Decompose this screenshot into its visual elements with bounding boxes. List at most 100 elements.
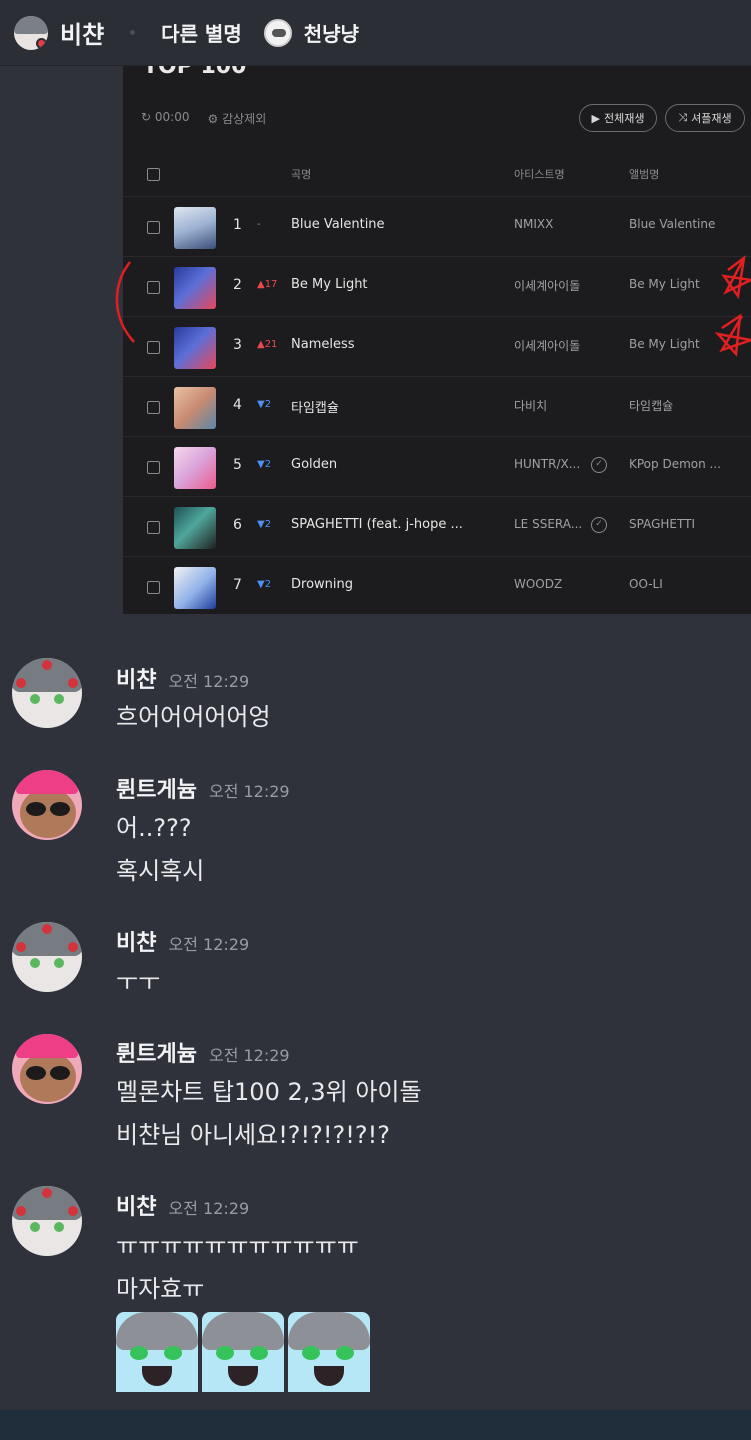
table-row[interactable]: 2 ▲17 Be My Light 이세계아이돌 Be My Light xyxy=(123,256,751,316)
rank: 6 xyxy=(233,517,242,533)
message-text: 어..??? xyxy=(116,814,192,842)
select-all-checkbox[interactable] xyxy=(147,168,160,181)
row-checkbox[interactable] xyxy=(147,341,160,354)
album-name[interactable]: KPop Demon ... xyxy=(629,457,721,471)
album-art xyxy=(174,207,216,249)
table-row[interactable]: 1 - Blue Valentine NMIXX Blue Valentine xyxy=(123,196,751,256)
message-text: 멜론차트 탑100 2,3위 아이돌 xyxy=(116,1078,422,1106)
table-row[interactable]: 4 ▼2 타임캡슐 다비치 타임캡슐 xyxy=(123,376,751,436)
message-author[interactable]: 비챤 오전 12:29 xyxy=(116,925,249,957)
song-title[interactable]: Nameless xyxy=(291,337,355,352)
emoji-sticker[interactable] xyxy=(288,1312,370,1392)
album-art xyxy=(174,567,216,609)
table-row[interactable]: 6 ▼2 SPAGHETTI (feat. j-hope ... LE SSER… xyxy=(123,496,751,556)
rank-change: ▼2 xyxy=(257,519,272,530)
album-name[interactable]: SPAGHETTI xyxy=(629,517,695,531)
shuffle-button[interactable]: ⤨ 셔플재생 xyxy=(665,104,745,132)
row-checkbox[interactable] xyxy=(147,581,160,594)
message-input-area[interactable] xyxy=(0,1410,751,1440)
melon-chart-screenshot[interactable]: TOP 100 ↻ 00:00 ⚙ 감상제외 ▶ 전체재생 ⤨ 셔플재생 곡명 아티… xyxy=(123,66,751,614)
chart-title: TOP 100 xyxy=(143,66,247,79)
album-art xyxy=(174,267,216,309)
verified-icon: ✓ xyxy=(591,457,607,473)
table-header: 곡명 아티스트명 앨범명 xyxy=(123,162,751,186)
row-checkbox[interactable] xyxy=(147,401,160,414)
user-avatar[interactable] xyxy=(14,15,48,50)
message-author[interactable]: 륀트게늄 오전 12:29 xyxy=(116,1036,290,1068)
album-art xyxy=(174,327,216,369)
artist-name[interactable]: 이세계아이돌 xyxy=(514,337,580,354)
row-checkbox[interactable] xyxy=(147,281,160,294)
album-name[interactable]: OO-LI xyxy=(629,577,663,591)
shuffle-icon: ⤨ xyxy=(678,111,688,124)
col-song: 곡명 xyxy=(291,168,312,181)
album-name[interactable]: 타임캡슐 xyxy=(629,397,673,414)
play-icon: ▶ xyxy=(591,111,600,125)
alias-button[interactable]: 다른 별명 xyxy=(161,18,242,47)
emoji-sticker[interactable] xyxy=(116,1312,198,1392)
rank: 7 xyxy=(233,577,242,593)
artist-name[interactable]: NMIXX xyxy=(514,217,553,231)
song-title[interactable]: Drowning xyxy=(291,577,353,592)
song-title[interactable]: Be My Light xyxy=(291,277,368,292)
rank-change: ▼2 xyxy=(257,399,272,410)
message-text: ㅜㅜ xyxy=(116,968,161,996)
header-username: 비챤 xyxy=(60,21,105,49)
chat-header: 비챤 다른 별명 천냥냥 xyxy=(0,0,751,66)
user-avatar[interactable] xyxy=(12,1186,82,1256)
album-art xyxy=(174,447,216,489)
excluded-toggle[interactable]: ⚙ 감상제외 xyxy=(207,110,266,127)
table-row[interactable]: 3 ▲21 Nameless 이세계아이돌 Be My Light xyxy=(123,316,751,376)
message-author[interactable]: 륀트게늄 오전 12:29 xyxy=(116,772,290,804)
status-dot-icon xyxy=(36,37,47,49)
message-time: 오전 12:29 xyxy=(168,935,250,954)
rank: 1 xyxy=(233,217,242,233)
message-text: 흐어어어어어엉 xyxy=(116,703,271,731)
user-avatar[interactable] xyxy=(12,658,82,728)
user-avatar[interactable] xyxy=(12,1034,82,1104)
col-album: 앨범명 xyxy=(629,168,660,181)
emoji-sticker[interactable] xyxy=(202,1312,284,1392)
artist-name[interactable]: WOODZ xyxy=(514,577,562,591)
song-title[interactable]: 타임캡슐 xyxy=(291,397,339,416)
row-checkbox[interactable] xyxy=(147,521,160,534)
play-all-button[interactable]: ▶ 전체재생 xyxy=(579,104,657,132)
table-row[interactable]: 5 ▼2 Golden HUNTR/X... ✓ KPop Demon ... xyxy=(123,436,751,496)
message-text: 비챤님 아니세요!?!?!?!?!? xyxy=(116,1121,390,1149)
separator-dot xyxy=(130,30,136,35)
row-checkbox[interactable] xyxy=(147,221,160,234)
message-time: 오전 12:29 xyxy=(208,782,290,801)
update-time: ↻ 00:00 xyxy=(141,110,190,124)
album-name[interactable]: Be My Light xyxy=(629,337,700,351)
row-checkbox[interactable] xyxy=(147,461,160,474)
album-art xyxy=(174,387,216,429)
gear-icon: ⚙ xyxy=(207,112,219,126)
artist-name[interactable]: LE SSERA... xyxy=(514,517,582,531)
friend-avatar[interactable] xyxy=(263,18,292,47)
col-artist: 아티스트명 xyxy=(514,168,565,181)
friend-name[interactable]: 천냥냥 xyxy=(304,18,359,47)
table-row[interactable]: 7 ▼2 Drowning WOODZ OO-LI xyxy=(123,556,751,614)
artist-name[interactable]: HUNTR/X... xyxy=(514,457,580,471)
artist-name[interactable]: 이세계아이돌 xyxy=(514,277,580,294)
artist-name[interactable]: 다비치 xyxy=(514,397,547,414)
rank: 2 xyxy=(233,277,242,293)
album-name[interactable]: Be My Light xyxy=(629,277,700,291)
message-time: 오전 12:29 xyxy=(168,1199,250,1218)
message-text: ㅠㅠㅠㅠㅠㅠㅠㅠㅠㅠㅠ xyxy=(116,1232,359,1260)
user-avatar[interactable] xyxy=(12,922,82,992)
song-title[interactable]: SPAGHETTI (feat. j-hope ... xyxy=(291,517,463,532)
user-avatar[interactable] xyxy=(12,770,82,840)
album-art xyxy=(174,507,216,549)
song-title[interactable]: Golden xyxy=(291,457,337,472)
rank-change: ▲17 xyxy=(257,279,278,290)
rank-change: ▲21 xyxy=(257,339,278,350)
song-title[interactable]: Blue Valentine xyxy=(291,217,385,232)
rank-change: ▼2 xyxy=(257,579,272,590)
album-name[interactable]: Blue Valentine xyxy=(629,217,715,231)
clock-icon: ↻ xyxy=(141,110,152,124)
message-author[interactable]: 비챤 오전 12:29 xyxy=(116,662,249,694)
message-author[interactable]: 비챤 오전 12:29 xyxy=(116,1189,249,1221)
message-time: 오전 12:29 xyxy=(168,672,250,691)
message-text: 혹시혹시 xyxy=(116,857,205,885)
